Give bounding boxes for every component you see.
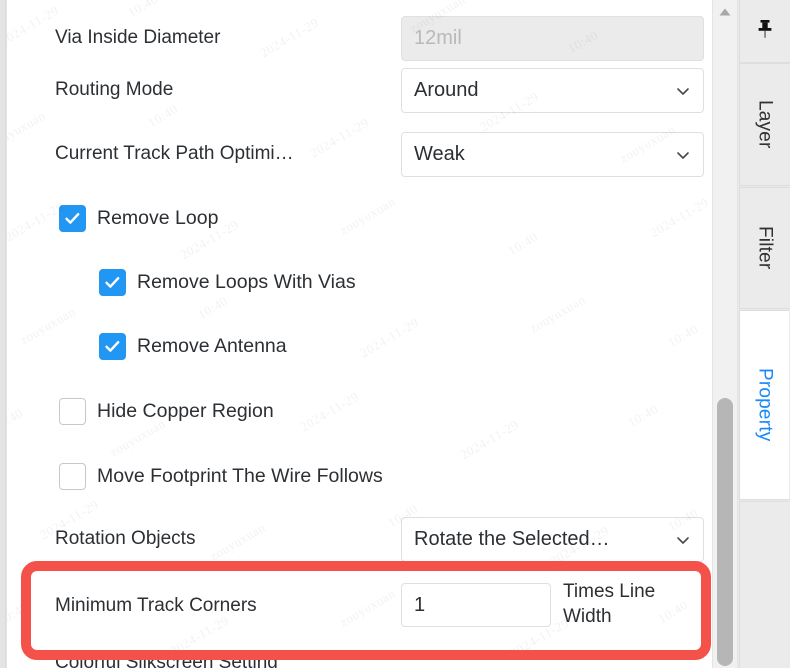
watermark-text: 10:40 — [505, 229, 541, 259]
checkbox-label: Hide Copper Region — [97, 400, 274, 422]
via-inside-diameter-input[interactable]: 12mil — [401, 16, 704, 61]
chevron-down-icon — [675, 83, 691, 99]
field-value: Weak — [414, 143, 465, 165]
chevron-down-icon — [675, 532, 691, 548]
checkbox-label: Remove Loop — [97, 207, 219, 229]
chevron-down-icon — [675, 147, 691, 163]
checkbox-indicator — [99, 333, 126, 360]
tab-layer[interactable]: Layer — [739, 63, 789, 186]
checkbox-remove-antenna[interactable]: Remove Antenna — [99, 333, 287, 360]
checkbox-remove-loops-with-vias[interactable]: Remove Loops With Vias — [99, 269, 356, 296]
tab-strip-filler — [739, 501, 789, 668]
watermark-text: zouyuxuan — [337, 193, 398, 238]
field-value: 12mil — [414, 27, 462, 49]
tab-label: Filter — [754, 226, 776, 270]
checkbox-move-footprint-the-wire-follows[interactable]: Move Footprint The Wire Follows — [59, 463, 383, 490]
watermark-text: 2024-11-29 — [297, 388, 362, 435]
row-label: Routing Mode — [55, 79, 174, 100]
watermark-text: 10:40 — [7, 405, 26, 435]
checkbox-label: Remove Loops With Vias — [137, 271, 356, 293]
panel-vertical-scrollbar[interactable] — [712, 0, 738, 668]
row-label: Via Inside Diameter — [55, 27, 221, 48]
scrollbar-thumb[interactable] — [717, 398, 733, 666]
scroll-up-button[interactable] — [713, 0, 737, 26]
tab-label: Layer — [754, 100, 776, 149]
watermark-text: 10:40 — [665, 321, 701, 351]
checkbox-indicator — [99, 269, 126, 296]
watermark-text: 10:40 — [195, 293, 231, 323]
routing-mode-select[interactable]: Around — [401, 68, 704, 113]
checkbox-indicator — [59, 463, 86, 490]
checkbox-hide-copper-region[interactable]: Hide Copper Region — [59, 398, 274, 425]
minimum-track-corners-unit: Times Line Width — [563, 581, 656, 627]
pin-panel-button[interactable] — [739, 0, 790, 63]
field-value: Around — [414, 79, 479, 101]
field-value: Rotate the Selected… — [414, 528, 610, 550]
row-current-track-path-optimization: Current Track Path Optimi… Weak — [7, 132, 713, 177]
watermark-text: 2024-11-29 — [647, 194, 712, 241]
checkbox-remove-loop[interactable]: Remove Loop — [59, 205, 218, 232]
triangle-up-icon — [718, 4, 732, 22]
tab-label: Property — [754, 368, 776, 442]
row-colorful-silkscreen-setting-label: Colorful Silkscreen Setting — [55, 652, 278, 668]
watermark-text: 2024-11-29 — [457, 416, 522, 463]
current-track-path-optimization-select[interactable]: Weak — [401, 132, 704, 177]
row-minimum-track-corners: Minimum Track Corners 1 Times Line Width — [7, 581, 713, 627]
checkbox-indicator — [59, 398, 86, 425]
property-panel: 2024-11-29 10:40 2024-11-29 zouyuxuan 10… — [6, 0, 713, 668]
minimum-track-corners-input[interactable]: 1 — [401, 583, 551, 627]
checkbox-indicator — [59, 205, 86, 232]
watermark-text: 2024-11-29 — [357, 314, 422, 361]
right-tab-strip: Layer Filter Property — [739, 0, 790, 668]
watermark-text: 10:40 — [625, 401, 661, 431]
checkbox-label: Remove Antenna — [137, 335, 287, 357]
checkbox-label: Move Footprint The Wire Follows — [97, 465, 383, 487]
tab-property[interactable]: Property — [739, 310, 789, 500]
row-rotation-objects: Rotation Objects Rotate the Selected… — [7, 517, 713, 562]
row-label: Minimum Track Corners — [55, 595, 257, 616]
row-label: Current Track Path Optimi… — [55, 143, 294, 164]
row-via-inside-diameter: Via Inside Diameter 12mil — [7, 16, 713, 61]
watermark-text: zouyuxuan — [17, 303, 78, 348]
row-routing-mode: Routing Mode Around — [7, 68, 713, 113]
application-root: 2024-11-29 10:40 2024-11-29 zouyuxuan 10… — [0, 0, 790, 668]
watermark-text: 2024-11-29 — [7, 198, 67, 245]
tab-filter[interactable]: Filter — [739, 187, 789, 309]
row-label: Rotation Objects — [55, 528, 196, 549]
watermark-text: zouyuxuan — [527, 291, 588, 336]
field-value: 1 — [414, 593, 426, 616]
pin-icon — [755, 18, 775, 45]
rotation-objects-select[interactable]: Rotate the Selected… — [401, 517, 704, 562]
